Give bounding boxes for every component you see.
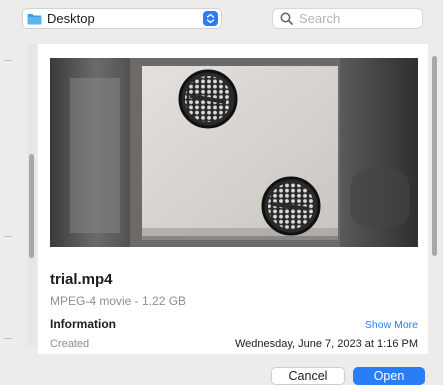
browser-scrollbar-thumb[interactable] xyxy=(29,154,34,258)
file-kind-size: MPEG-4 movie - 1.22 GB xyxy=(50,294,187,308)
popup-chevrons-icon[interactable] xyxy=(203,11,218,26)
sidebar-edge xyxy=(0,36,19,354)
cancel-button[interactable]: Cancel xyxy=(271,367,345,385)
open-button[interactable]: Open xyxy=(353,367,425,385)
folder-icon xyxy=(27,14,42,25)
location-label: Desktop xyxy=(47,11,95,26)
toolbar: Desktop xyxy=(0,0,443,36)
location-popup[interactable]: Desktop xyxy=(22,8,222,29)
sidebar-divider xyxy=(4,338,12,339)
created-value: Wednesday, June 7, 2023 at 1:16 PM xyxy=(234,338,418,350)
preview-scrollbar-thumb[interactable] xyxy=(432,56,437,256)
search-input[interactable] xyxy=(299,10,417,27)
sidebar-divider xyxy=(4,236,12,237)
search-icon xyxy=(280,12,293,25)
file-name: trial.mp4 xyxy=(50,271,113,288)
sidebar-divider xyxy=(4,60,12,61)
information-heading: Information xyxy=(50,317,116,331)
created-label: Created xyxy=(50,338,90,350)
search-field[interactable] xyxy=(272,8,423,29)
show-more-link[interactable]: Show More xyxy=(365,319,418,332)
video-thumbnail xyxy=(50,58,418,247)
